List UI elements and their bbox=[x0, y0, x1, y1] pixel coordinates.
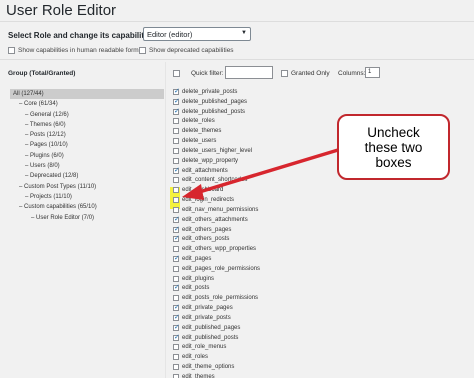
annotation-callout: Uncheck these two boxes bbox=[337, 114, 450, 180]
annotation-arrow bbox=[182, 148, 340, 200]
annotation-text: Uncheck these two boxes bbox=[364, 124, 423, 170]
arrow-shaft bbox=[194, 148, 340, 195]
arrow-head bbox=[182, 184, 204, 200]
